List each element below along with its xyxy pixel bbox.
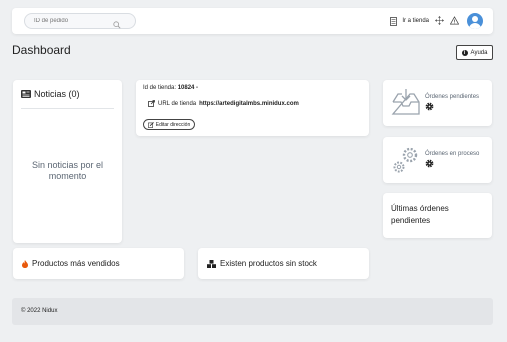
fire-icon — [22, 259, 28, 268]
copyright: © 2022 Nidux — [21, 308, 58, 314]
store-id-line: Id de tienda: 10824 - — [143, 85, 198, 91]
best-sellers-title: Productos más vendidos — [32, 259, 120, 268]
edit-address-button[interactable]: Editar dirección — [143, 119, 195, 130]
user-avatar[interactable] — [467, 13, 483, 29]
store-url-link[interactable]: https://artedigitalmbs.minidux.com — [199, 101, 299, 107]
edit-icon — [147, 121, 154, 128]
search-box — [24, 13, 136, 29]
gears-icon — [393, 147, 418, 173]
store-icon — [390, 16, 398, 26]
store-info-card: Id de tienda: 10824 - URL de tienda http… — [136, 80, 369, 136]
go-to-store-label: Ir a tienda — [402, 18, 429, 24]
last-pending-orders-title: Últimas órdenes pendientes — [391, 204, 449, 225]
pending-orders-card[interactable]: Órdenes pendientes — [383, 80, 492, 126]
best-sellers-card[interactable]: Productos más vendidos — [13, 248, 184, 279]
user-icon — [472, 16, 478, 22]
external-link-icon — [148, 100, 155, 107]
boxes-icon — [207, 259, 216, 268]
help-button[interactable]: i Ayuda — [456, 45, 493, 60]
page-title: Dashboard — [12, 43, 71, 57]
store-id-label: Id de tienda: — [143, 85, 177, 91]
store-url-label: URL de tienda — [158, 100, 197, 107]
gear-icon — [425, 102, 434, 111]
order-search-input[interactable] — [34, 15, 114, 27]
go-to-store-link[interactable]: Ir a tienda — [390, 16, 429, 26]
out-of-stock-title: Existen productos sin stock — [220, 259, 317, 268]
info-icon: i — [461, 49, 468, 56]
pending-orders-label: Órdenes pendientes — [425, 94, 480, 100]
help-button-label: Ayuda — [470, 49, 488, 56]
move-icon[interactable] — [435, 12, 444, 30]
last-pending-orders-card[interactable]: Últimas órdenes pendientes — [383, 193, 492, 238]
footer: © 2022 Nidux — [12, 298, 493, 325]
newspaper-icon — [21, 90, 31, 98]
orders-in-process-label: Órdenes en proceso — [425, 151, 480, 157]
out-of-stock-card[interactable]: Existen productos sin stock — [198, 248, 369, 279]
news-header: Noticias (0) — [21, 89, 114, 109]
orders-in-process-card[interactable]: Órdenes en proceso — [383, 137, 492, 183]
store-id-value: 10824 - — [177, 85, 199, 91]
store-url-line: URL de tienda https://artedigitalmbs.min… — [148, 100, 299, 107]
best-sellers-header: Productos más vendidos — [22, 259, 120, 268]
top-bar-actions: Ir a tienda — [384, 12, 483, 30]
news-empty-message: Sin noticias por el momento — [31, 160, 104, 181]
edit-address-label: Editar dirección — [155, 121, 191, 128]
news-card: Noticias (0) Sin noticias por el momento — [13, 80, 122, 243]
inbox-icon — [391, 89, 420, 115]
news-title: Noticias (0) — [34, 89, 80, 99]
search-icon[interactable] — [113, 16, 121, 34]
gear-icon — [425, 159, 434, 168]
out-of-stock-header: Existen productos sin stock — [207, 259, 317, 268]
alert-icon[interactable] — [449, 12, 460, 30]
top-bar: Ir a tienda — [12, 8, 493, 34]
